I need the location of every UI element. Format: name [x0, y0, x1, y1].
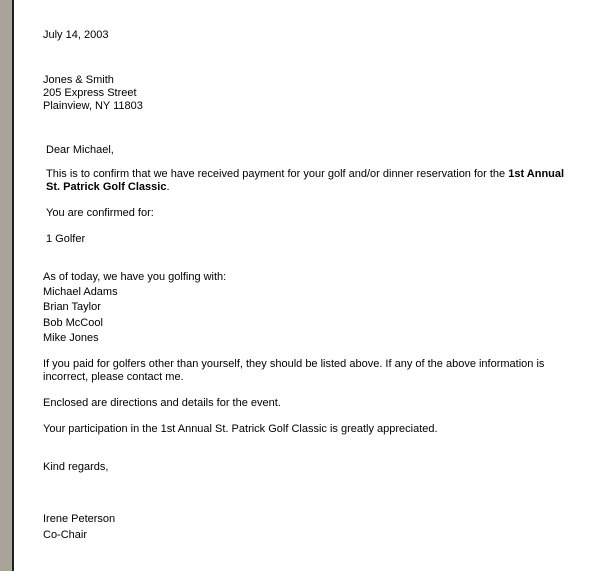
golfer-list-item: Michael Adams	[43, 286, 118, 298]
confirmation-line-2-suffix: .	[166, 181, 170, 193]
event-name-part-1: 1st Annual	[508, 168, 565, 180]
enclosed-note: Enclosed are directions and details for …	[43, 397, 281, 409]
letter-date: July 14, 2003	[43, 29, 109, 41]
letter-page: July 14, 2003 Jones & Smith 205 Express …	[0, 0, 600, 571]
paid-notice-line-1: If you paid for golfers other than yours…	[43, 358, 545, 370]
recipient-street: 205 Express Street	[43, 87, 137, 99]
closing: Kind regards,	[43, 461, 109, 473]
recipient-city-line: Plainview, NY 11803	[43, 100, 143, 112]
document-window: July 14, 2003 Jones & Smith 205 Express …	[0, 0, 600, 571]
paid-notice-line-2: incorrect, please contact me.	[43, 371, 184, 383]
recipient-name: Jones & Smith	[43, 74, 114, 86]
confirmation-line-1-text: This is to confirm that we have received…	[46, 168, 509, 180]
golfer-list-item: Bob McCool	[43, 317, 103, 329]
confirmation-line-1: This is to confirm that we have received…	[46, 168, 564, 181]
confirmed-for-label: You are confirmed for:	[46, 207, 154, 219]
confirmed-item: 1 Golfer	[46, 233, 86, 245]
golfer-list-item: Brian Taylor	[43, 301, 101, 313]
signature-title: Co-Chair	[43, 529, 88, 541]
signature-name: Irene Peterson	[43, 513, 116, 525]
golfer-list-item: Mike Jones	[43, 332, 99, 344]
salutation: Dear Michael,	[46, 144, 114, 156]
confirmation-line-2: St. Patrick Golf Classic.	[46, 181, 170, 194]
golfing-with-label: As of today, we have you golfing with:	[43, 271, 227, 283]
appreciation-note: Your participation in the 1st Annual St.…	[43, 423, 438, 435]
event-name-part-2: St. Patrick Golf Classic	[46, 181, 167, 193]
